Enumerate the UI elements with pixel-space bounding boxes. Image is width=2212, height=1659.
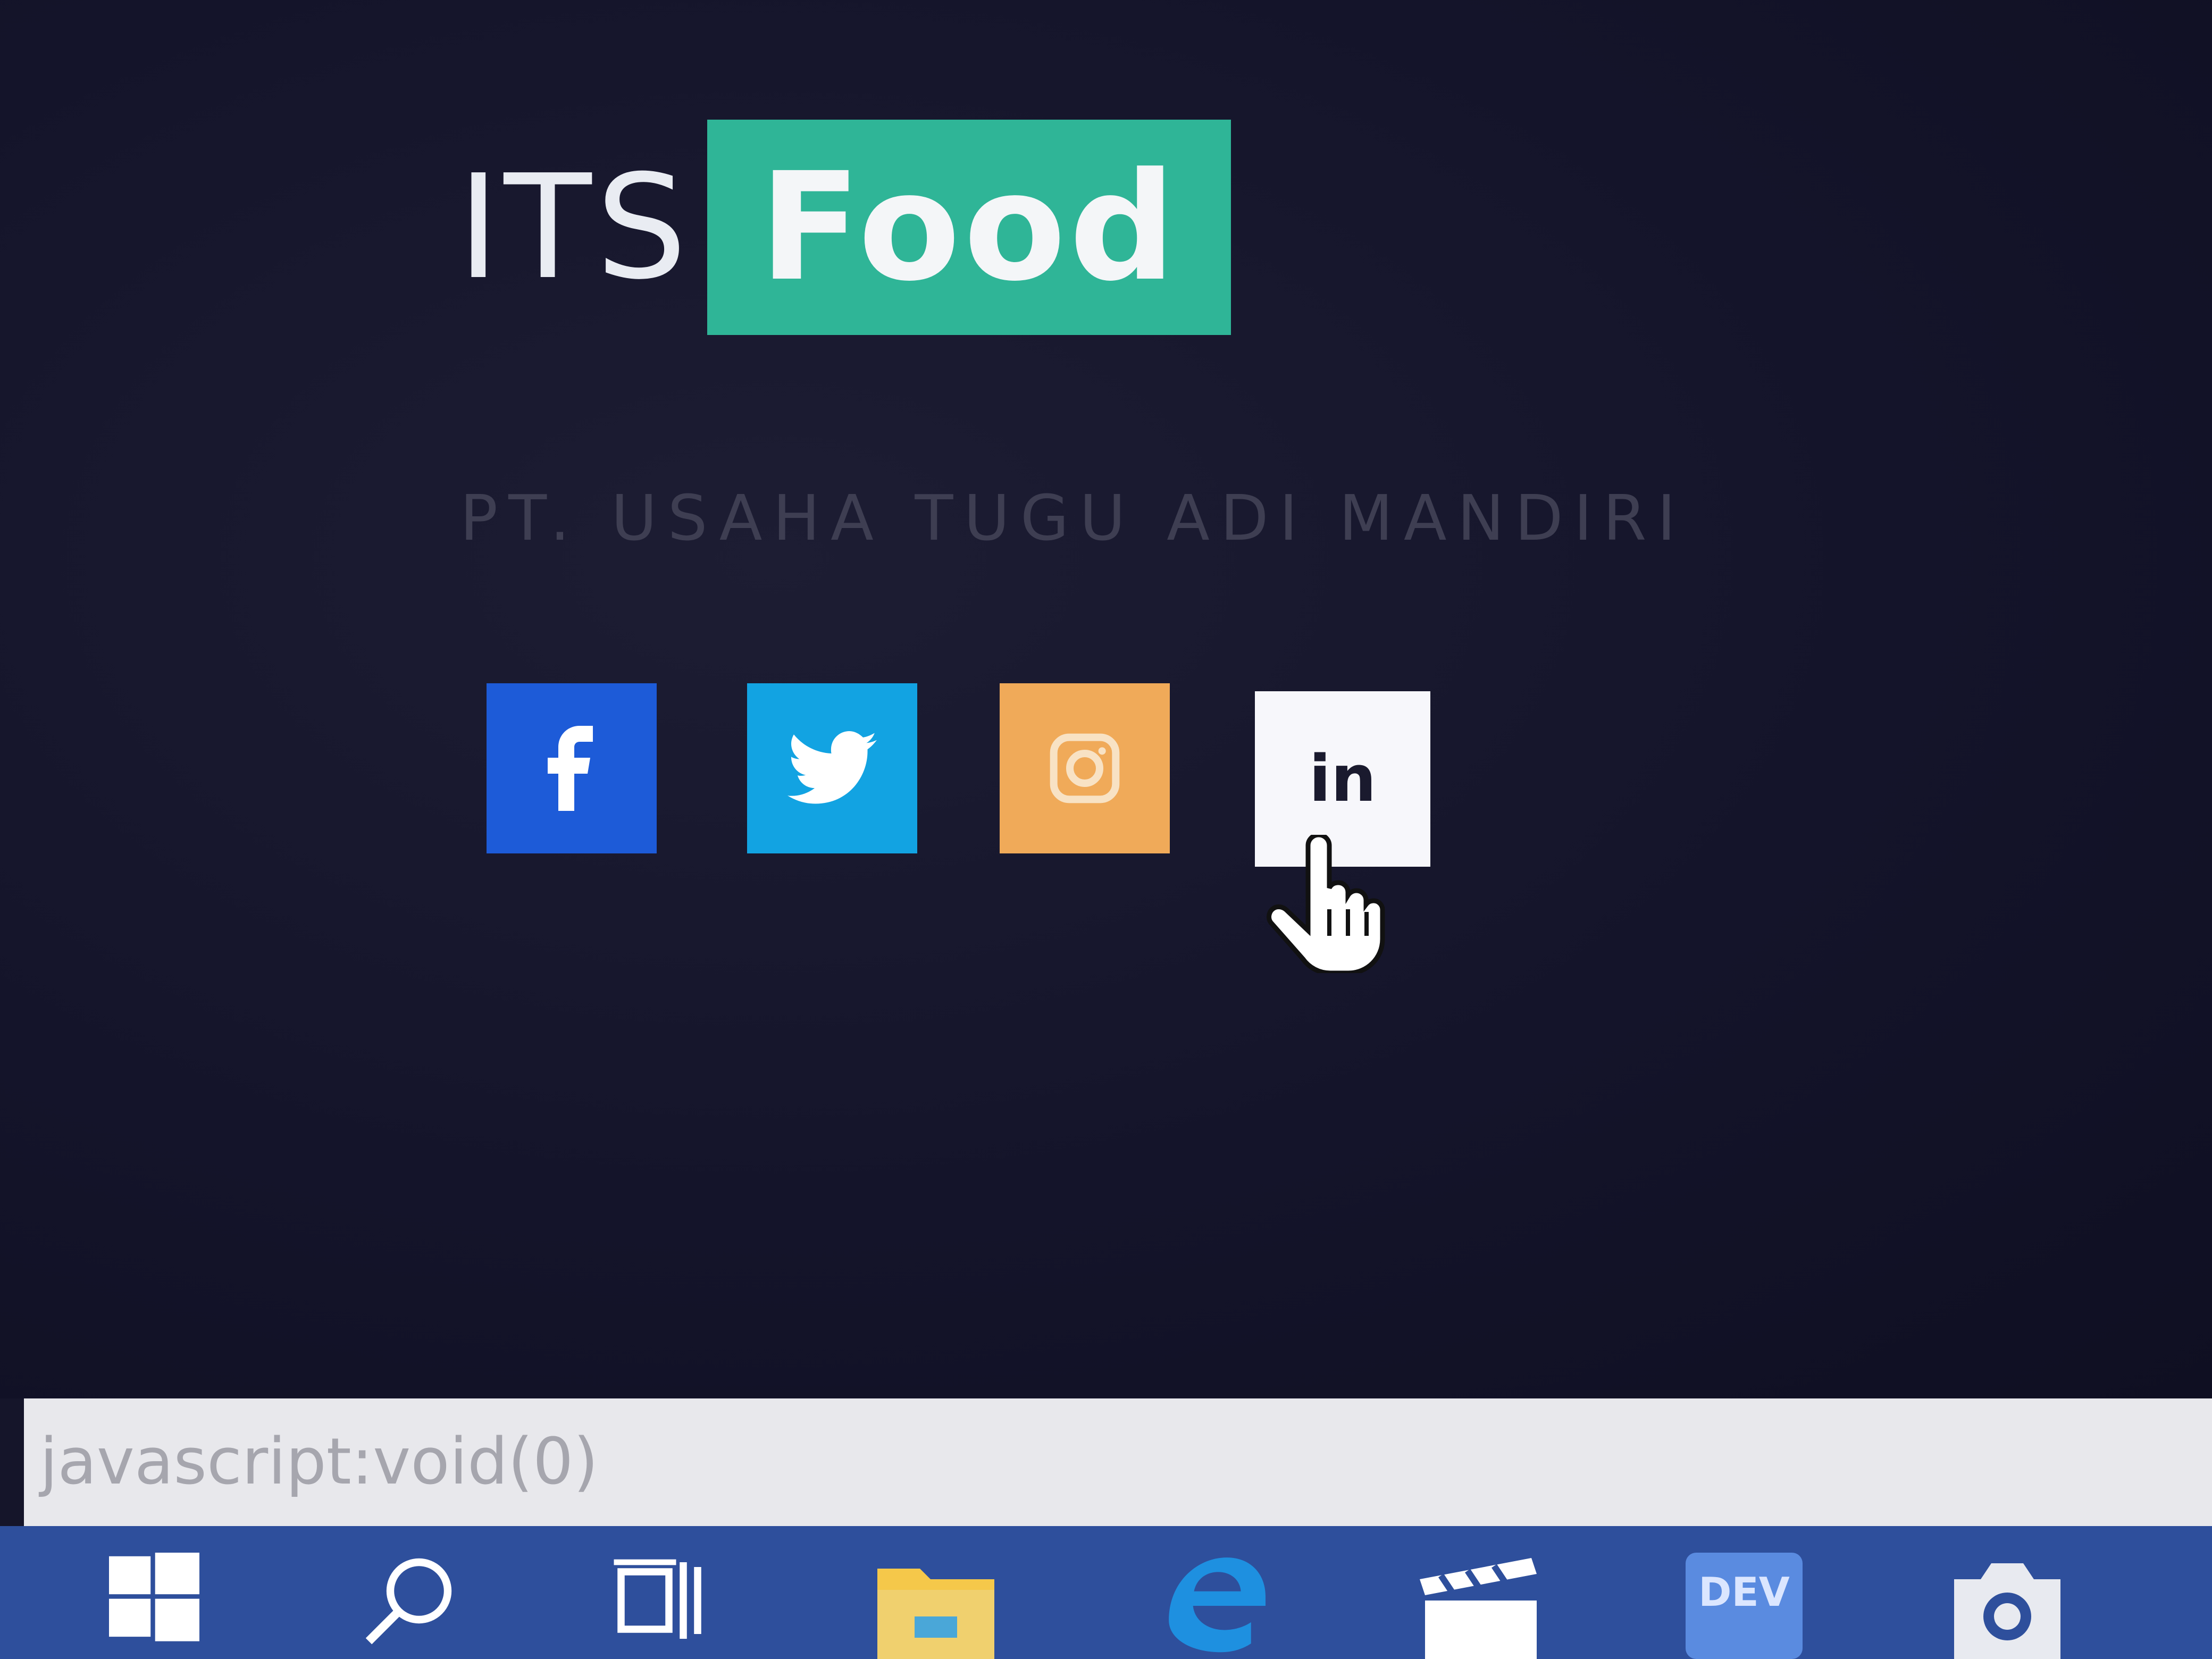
browser-status-bar: javascript:void(0) (24, 1398, 2212, 1526)
windows-taskbar: DEV (0, 1526, 2212, 1659)
windows-start-icon[interactable] (101, 1553, 207, 1659)
movies-tv-icon[interactable] (1409, 1553, 1547, 1659)
logo-its-text: ITS (457, 143, 691, 311)
logo-food-text: Food (759, 140, 1179, 314)
logo-food-badge: Food (707, 120, 1231, 335)
site-logo[interactable]: ITS Food (457, 120, 1231, 335)
edge-icon[interactable] (1149, 1553, 1276, 1659)
linkedin-icon: in (1309, 742, 1377, 816)
instagram-icon (1048, 731, 1122, 806)
facebook-button[interactable] (487, 683, 657, 853)
task-view-icon[interactable] (606, 1553, 713, 1659)
hand-pointer-cursor-icon (1266, 832, 1393, 976)
file-explorer-icon[interactable] (872, 1553, 1000, 1659)
dev-app-icon[interactable]: DEV (1686, 1553, 1803, 1659)
svg-text:DEV: DEV (1698, 1569, 1790, 1615)
web-page: ITS Food PT. USAHA TUGU ADI MANDIRI in (0, 0, 2212, 1398)
twitter-bird-icon (787, 731, 877, 806)
company-tagline: PT. USAHA TUGU ADI MANDIRI (460, 481, 1687, 555)
twitter-button[interactable] (747, 683, 917, 853)
facebook-icon (540, 726, 604, 811)
search-icon[interactable] (356, 1553, 463, 1659)
camera-icon[interactable] (1941, 1553, 2074, 1659)
instagram-button[interactable] (1000, 683, 1170, 853)
status-url: javascript:void(0) (40, 1425, 599, 1499)
